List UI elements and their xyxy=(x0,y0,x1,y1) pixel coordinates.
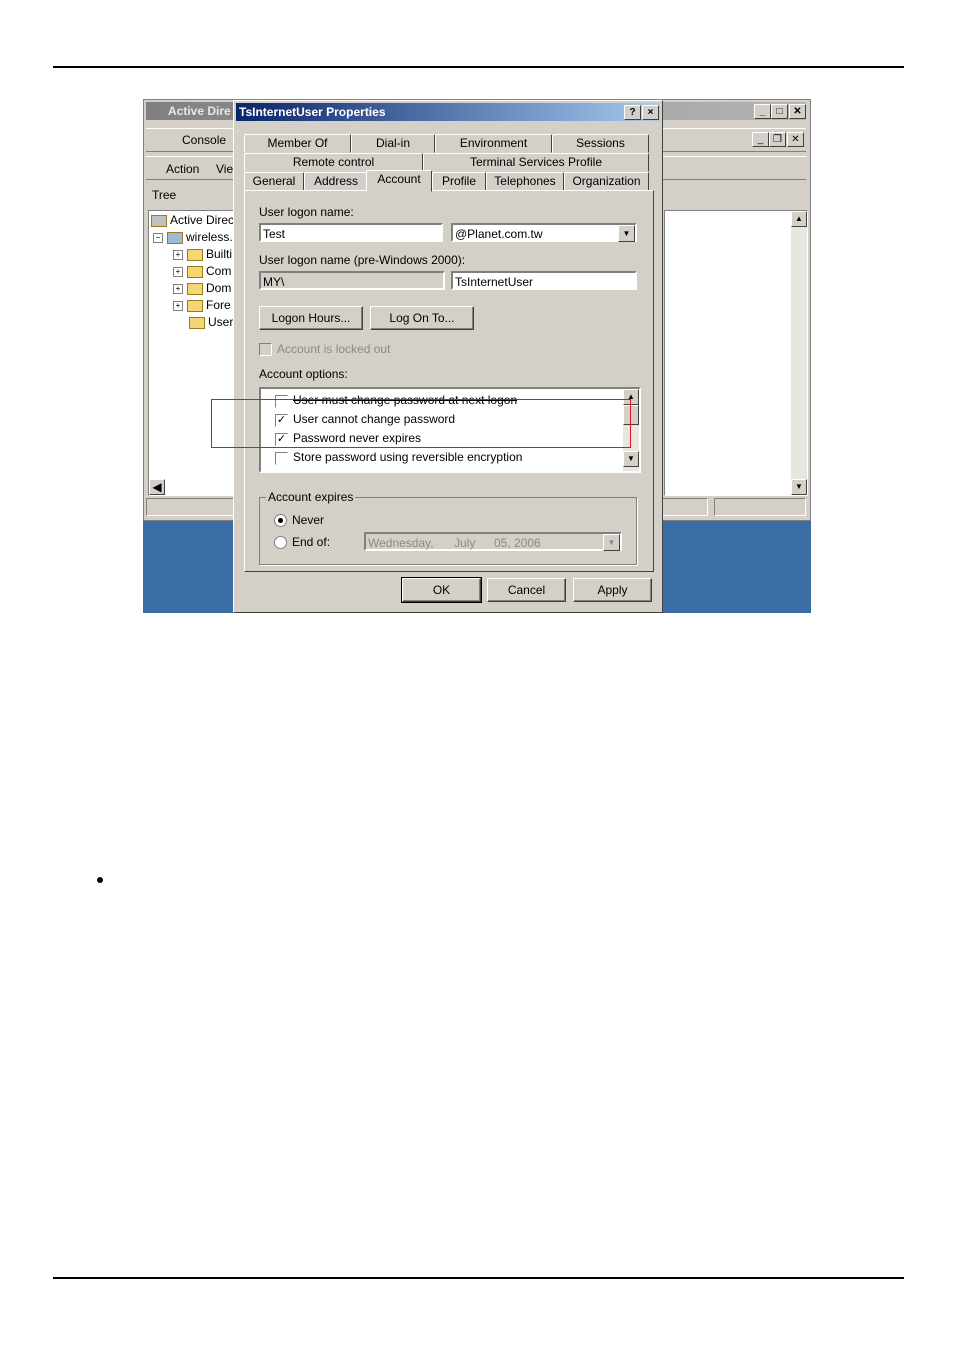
tree-item-root[interactable]: Active Direct xyxy=(151,213,237,227)
end-date-month: July xyxy=(454,536,476,550)
tab-member-of[interactable]: Member Of xyxy=(244,134,351,153)
folder-icon xyxy=(187,248,203,261)
account-expires-label: Account expires xyxy=(266,490,356,504)
expand-icon[interactable]: + xyxy=(173,300,183,311)
ou-icon xyxy=(187,282,203,295)
bullet-point xyxy=(97,877,103,883)
top-rule xyxy=(53,66,904,68)
collapse-icon[interactable]: − xyxy=(153,232,163,243)
locked-out-checkbox[interactable] xyxy=(259,343,272,356)
tab-general[interactable]: General xyxy=(244,172,304,191)
properties-dialog: TsInternetUser Properties ? × Member Of … xyxy=(233,100,663,613)
screenshot: Active Dire _ □ ✕ Console _ ❐ ✕ Action V… xyxy=(143,99,811,613)
open-folder-icon xyxy=(189,316,205,329)
domain-icon xyxy=(167,231,183,244)
highlight-box xyxy=(211,399,631,448)
ad-icon xyxy=(151,214,167,227)
chevron-down-icon[interactable]: ▼ xyxy=(603,534,620,551)
option-row[interactable]: Store password using reversible encrypti… xyxy=(261,448,621,467)
tree-item-users[interactable]: User xyxy=(189,315,233,329)
domain-select[interactable]: @Planet.com.tw ▼ xyxy=(451,223,637,242)
dialog-titlebar: TsInternetUser Properties ? × xyxy=(236,103,660,121)
tab-sessions[interactable]: Sessions xyxy=(552,134,649,153)
end-of-label: End of: xyxy=(292,535,331,549)
dialog-close-icon[interactable]: × xyxy=(642,105,659,120)
option-label: Store password using reversible encrypti… xyxy=(293,450,523,464)
bottom-rule xyxy=(53,1277,904,1279)
dialog-title: TsInternetUser Properties xyxy=(239,105,386,119)
child-close-icon[interactable]: ✕ xyxy=(787,132,804,147)
log-on-to-button[interactable]: Log On To... xyxy=(370,306,474,330)
scroll-down-icon[interactable]: ▼ xyxy=(791,479,807,495)
tab-environment[interactable]: Environment xyxy=(435,134,552,153)
pre2000-domain-field: MY\ xyxy=(259,271,445,290)
tree-pane[interactable]: Active Direct − wireless. + Builti + Com + D… xyxy=(148,210,240,496)
details-pane[interactable]: ▲ ▼ xyxy=(664,210,808,496)
mmc-title: Active Dire xyxy=(168,104,231,118)
status-cell xyxy=(714,498,806,516)
chevron-down-icon[interactable]: ▼ xyxy=(618,225,635,242)
tab-terminal-services-profile[interactable]: Terminal Services Profile xyxy=(423,153,649,172)
account-expires-group: Account expires Never End of: Wednesday,… xyxy=(259,490,637,565)
tree-item-foreign[interactable]: + Fore xyxy=(173,298,231,312)
pre2000-label: User logon name (pre-Windows 2000): xyxy=(259,253,466,267)
child-minimize-icon[interactable]: _ xyxy=(752,132,769,147)
end-date-rest: 05, 2006 xyxy=(494,536,541,550)
end-date-day: Wednesday, xyxy=(368,536,434,550)
tab-telephones[interactable]: Telephones xyxy=(486,172,564,191)
end-date-picker[interactable]: Wednesday, July 05, 2006 ▼ xyxy=(364,532,622,551)
tab-organization[interactable]: Organization xyxy=(564,172,649,191)
tree-tab[interactable]: Tree xyxy=(152,188,176,202)
scroll-left-icon[interactable]: ◀ xyxy=(149,479,165,495)
expand-icon[interactable]: + xyxy=(173,283,183,294)
pre2000-name-input[interactable]: TsInternetUser xyxy=(451,271,637,290)
maximize-icon[interactable]: □ xyxy=(771,104,788,119)
tab-dial-in[interactable]: Dial-in xyxy=(351,134,435,153)
folder-icon xyxy=(187,299,203,312)
apply-button[interactable]: Apply xyxy=(573,578,652,602)
expand-icon[interactable]: + xyxy=(173,249,183,260)
account-options-label: Account options: xyxy=(259,367,348,381)
tab-profile[interactable]: Profile xyxy=(432,172,486,191)
ok-button[interactable]: OK xyxy=(401,577,482,603)
logon-name-label: User logon name: xyxy=(259,205,354,219)
tree-item-domain-controllers[interactable]: + Dom xyxy=(173,281,231,295)
console-menu[interactable]: Console xyxy=(182,133,226,147)
scroll-up-icon[interactable]: ▲ xyxy=(791,211,807,227)
folder-icon xyxy=(187,265,203,278)
vertical-scrollbar[interactable]: ▲ ▼ xyxy=(791,211,807,495)
logon-hours-button[interactable]: Logon Hours... xyxy=(259,306,363,330)
cancel-button[interactable]: Cancel xyxy=(487,578,566,602)
tab-account[interactable]: Account xyxy=(366,170,432,192)
end-of-radio[interactable] xyxy=(274,536,287,549)
logon-name-input[interactable]: Test xyxy=(259,223,443,242)
option-checkbox[interactable] xyxy=(275,452,288,465)
never-label: Never xyxy=(292,513,325,527)
tree-item-domain[interactable]: − wireless. xyxy=(153,230,233,244)
minimize-icon[interactable]: _ xyxy=(754,104,771,119)
tree-item-computers[interactable]: + Com xyxy=(173,264,231,278)
tree-item-builtin[interactable]: + Builti xyxy=(173,247,232,261)
account-panel: User logon name: Test @Planet.com.tw ▼ U… xyxy=(244,190,654,572)
action-menu[interactable]: Action xyxy=(166,162,199,176)
scroll-down-icon[interactable]: ▼ xyxy=(623,451,639,467)
domain-value: @Planet.com.tw xyxy=(455,227,543,241)
never-radio[interactable] xyxy=(274,514,287,527)
expand-icon[interactable]: + xyxy=(173,266,183,277)
tab-address[interactable]: Address xyxy=(304,172,368,191)
child-restore-icon[interactable]: ❐ xyxy=(769,132,786,147)
close-icon[interactable]: ✕ xyxy=(789,104,806,119)
locked-out-label: Account is locked out xyxy=(277,342,391,356)
help-icon[interactable]: ? xyxy=(624,105,641,120)
